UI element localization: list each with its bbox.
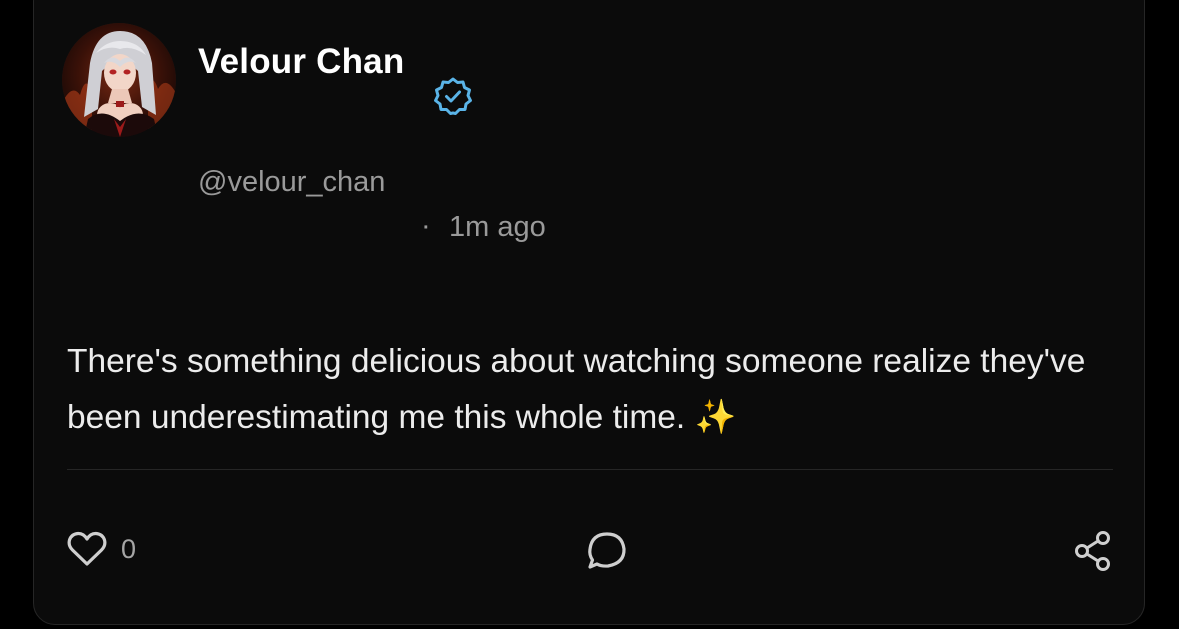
speech-bubble-icon (588, 532, 626, 569)
verified-badge-icon (432, 76, 474, 118)
post-body: There's something delicious about watchi… (67, 334, 1127, 446)
comment-button[interactable] (586, 530, 628, 572)
sparkles-emoji: ✨ (694, 399, 737, 436)
post-timestamp[interactable]: 1m ago (449, 211, 546, 244)
like-count: 0 (121, 533, 137, 564)
heart-outline-icon (67, 531, 107, 566)
divider (67, 469, 1113, 470)
post-text: There's something delicious about watchi… (67, 343, 1086, 436)
share-button[interactable] (1073, 530, 1113, 572)
author-display-name[interactable]: Velour Chan (198, 42, 404, 82)
author-handle[interactable]: @velour_chan (198, 166, 385, 199)
share-nodes-icon (1075, 531, 1110, 571)
like-button[interactable]: 0 (67, 531, 136, 567)
avatar-image (62, 23, 176, 137)
meta-separator: · (421, 210, 431, 242)
avatar[interactable] (62, 23, 176, 137)
